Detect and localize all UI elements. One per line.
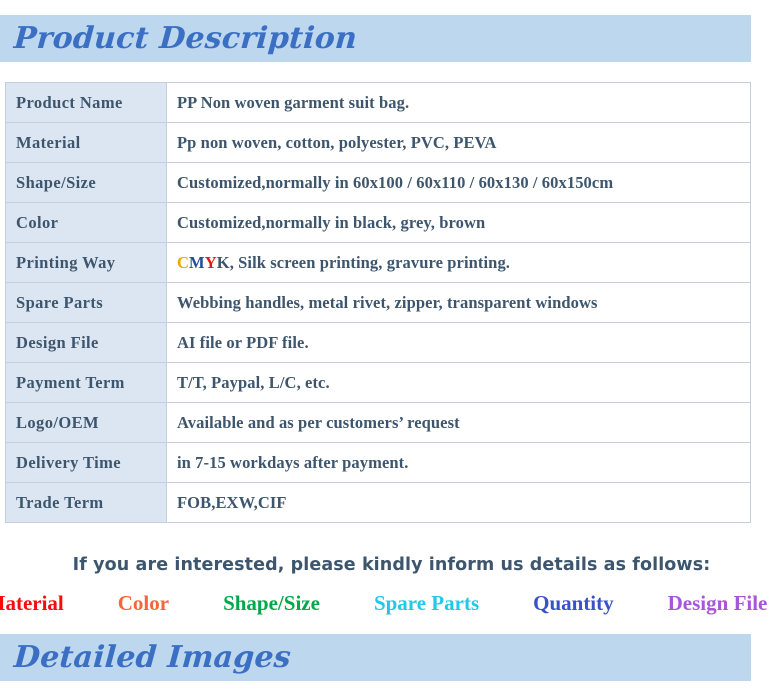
spec-label-payment-term: Payment Term	[5, 362, 167, 403]
spec-value-product-name: PP Non woven garment suit bag.	[166, 82, 751, 123]
table-row: Shape/Size Customized,normally in 60x100…	[5, 162, 751, 203]
inquiry-keyword-row: Material Color Shape/Size Spare Parts Qu…	[0, 591, 783, 616]
spec-table-wrapper: Product Name PP Non woven garment suit b…	[5, 82, 751, 523]
table-row: Spare Parts Webbing handles, metal rivet…	[5, 282, 751, 323]
keyword-material: Material	[0, 591, 64, 615]
table-row: Trade Term FOB,EXW,CIF	[5, 482, 751, 523]
spec-value-trade-term: FOB,EXW,CIF	[166, 482, 751, 523]
section-banner-product-description: Product Description	[0, 15, 751, 62]
spec-value-color: Customized,normally in black, grey, brow…	[166, 202, 751, 243]
cmyk-letter-k: K	[216, 252, 230, 272]
spec-label-logo-oem: Logo/OEM	[5, 402, 167, 443]
spec-label-delivery-time: Delivery Time	[5, 442, 167, 483]
spec-value-logo-oem: Available and as per customers’ request	[166, 402, 751, 443]
section-title-product-description: Product Description	[12, 20, 359, 56]
spec-value-delivery-time: in 7-15 workdays after payment.	[166, 442, 751, 483]
spec-value-spare-parts: Webbing handles, metal rivet, zipper, tr…	[166, 282, 751, 323]
spec-label-design-file: Design File	[5, 322, 167, 363]
spec-value-printing-way: CMYK, Silk screen printing, gravure prin…	[166, 242, 751, 283]
printing-way-rest: , Silk screen printing, gravure printing…	[229, 252, 511, 272]
table-row: Design File AI file or PDF file.	[5, 322, 751, 363]
spec-label-printing-way: Printing Way	[5, 242, 167, 283]
cmyk-letter-y: Y	[204, 252, 217, 272]
table-row: Printing Way CMYK, Silk screen printing,…	[5, 242, 751, 283]
section-banner-detailed-images: Detailed Images	[0, 634, 751, 681]
spec-label-color: Color	[5, 202, 167, 243]
keyword-quantity: Quantity	[533, 591, 614, 615]
spec-label-spare-parts: Spare Parts	[5, 282, 167, 323]
keyword-shape-size: Shape/Size	[223, 591, 320, 615]
keyword-spare-parts: Spare Parts	[373, 591, 480, 615]
table-row: Logo/OEM Available and as per customers’…	[5, 402, 751, 443]
spec-label-material: Material	[5, 122, 167, 163]
spec-table-body: Product Name PP Non woven garment suit b…	[5, 82, 751, 523]
table-row: Delivery Time in 7-15 workdays after pay…	[5, 442, 751, 483]
spec-label-product-name: Product Name	[5, 82, 167, 123]
product-specification-table: Product Name PP Non woven garment suit b…	[5, 82, 751, 523]
spec-value-payment-term: T/T, Paypal, L/C, etc.	[166, 362, 751, 403]
table-row: Material Pp non woven, cotton, polyester…	[5, 122, 751, 163]
cmyk-letter-c: C	[177, 252, 190, 272]
keyword-design-file: Design File	[667, 591, 768, 615]
table-row: Payment Term T/T, Paypal, L/C, etc.	[5, 362, 751, 403]
section-title-detailed-images: Detailed Images	[12, 639, 293, 675]
spec-value-design-file: AI file or PDF file.	[166, 322, 751, 363]
table-row: Product Name PP Non woven garment suit b…	[5, 82, 751, 123]
table-row: Color Customized,normally in black, grey…	[5, 202, 751, 243]
spec-value-material: Pp non woven, cotton, polyester, PVC, PE…	[166, 122, 751, 163]
interest-prompt-text: If you are interested, please kindly inf…	[72, 555, 711, 575]
spec-label-shape-size: Shape/Size	[5, 162, 167, 203]
spec-label-trade-term: Trade Term	[5, 482, 167, 523]
cmyk-letter-m: M	[189, 252, 205, 272]
spec-value-shape-size: Customized,normally in 60x100 / 60x110 /…	[166, 162, 751, 203]
keyword-color: Color	[117, 591, 170, 615]
